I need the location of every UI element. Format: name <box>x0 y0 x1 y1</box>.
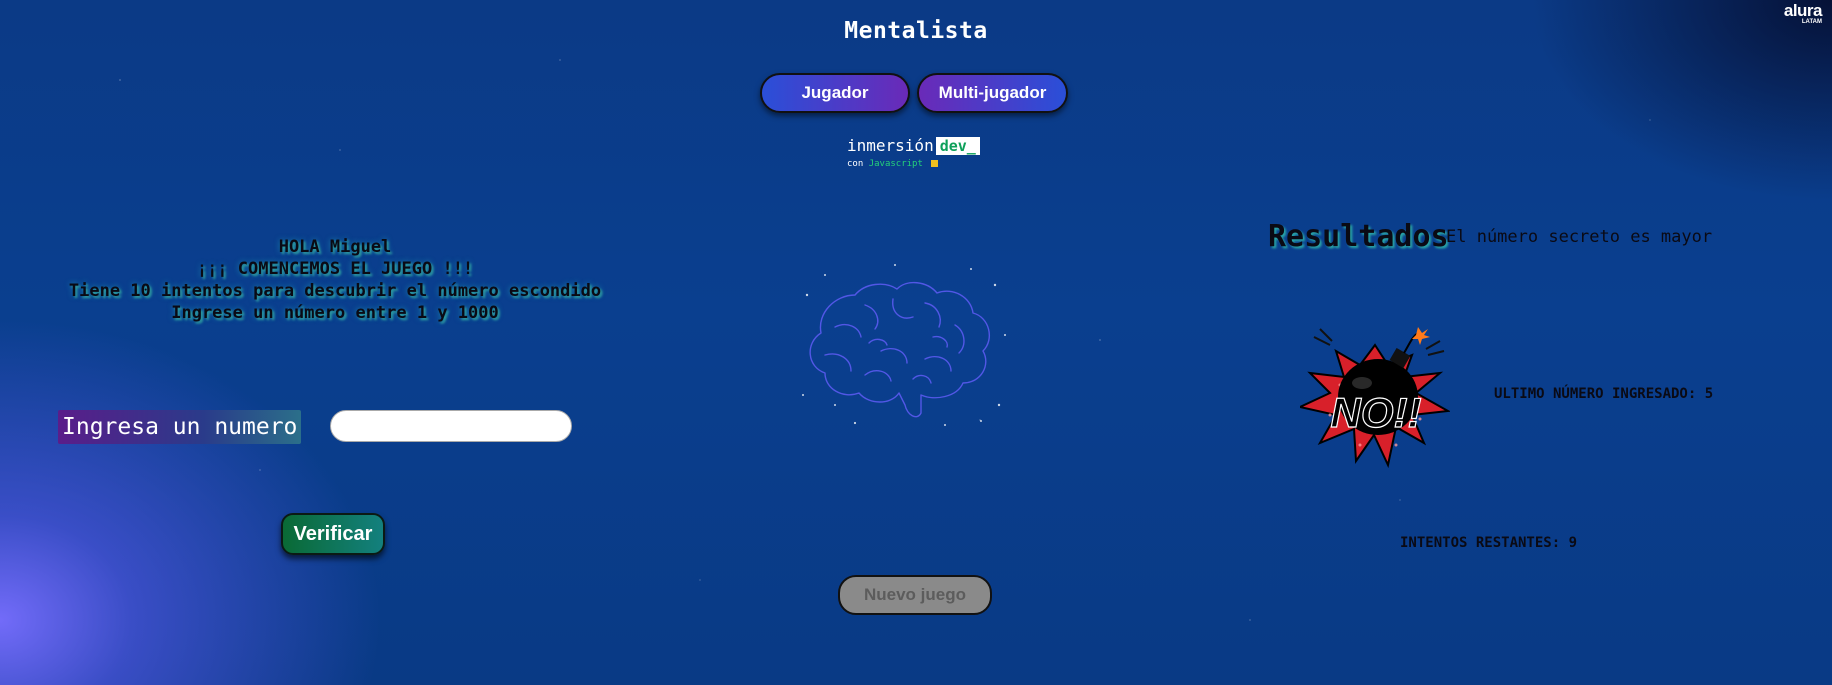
brain-icon <box>802 264 1006 426</box>
badge-sub-lang: Javascript <box>868 159 923 169</box>
number-input-label: Ingresa un numero <box>58 410 302 444</box>
multi-jugador-button[interactable]: Multi-jugador <box>917 73 1068 113</box>
badge-dev: dev_ <box>935 137 980 155</box>
verificar-button[interactable]: Verificar <box>281 513 385 555</box>
bomb-text: NO!! <box>1331 389 1422 436</box>
badge-word: inmersión <box>847 136 934 155</box>
intro-text: HOLA Miguel ¡¡¡ COMENCEMOS EL JUEGO !!! … <box>40 236 630 324</box>
logo-wordmark: alura <box>1783 1 1823 20</box>
greeting-line: HOLA Miguel <box>278 237 392 257</box>
badge-subtitle: con Javascript <box>847 159 980 169</box>
jugador-button[interactable]: Jugador <box>760 73 910 113</box>
badge-sub-prefix: con <box>847 159 864 169</box>
attempts-info-line: Tiene 10 intentos para descubrir el núme… <box>68 281 602 301</box>
hint-message: El número secreto es mayor <box>1446 227 1713 247</box>
javascript-icon <box>931 160 939 167</box>
range-info-line: Ingrese un número entre 1 y 1000 <box>171 303 499 323</box>
inmersion-dev-badge: inmersión dev_ con Javascript <box>847 136 980 169</box>
bomb-no-icon: NO!! <box>1300 327 1450 469</box>
nuevo-juego-button[interactable]: Nuevo juego <box>838 575 992 615</box>
number-input[interactable] <box>330 410 572 442</box>
start-line: ¡¡¡ COMENCEMOS EL JUEGO !!! <box>196 259 474 279</box>
last-number-entered: ULTIMO NÚMERO INGRESADO: 5 <box>1494 386 1714 402</box>
alura-logo: alura LATAM <box>1783 1 1823 25</box>
results-heading: Resultados <box>1268 219 1449 254</box>
remaining-attempts: INTENTOS RESTANTES: 9 <box>1400 535 1578 551</box>
page-title: Mentalista <box>844 18 988 44</box>
